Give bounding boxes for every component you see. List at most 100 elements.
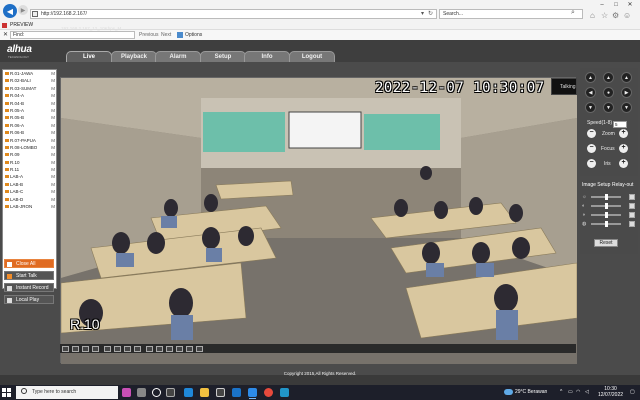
channel-item[interactable]: LAB-C M (3, 188, 56, 195)
split-view-icon[interactable] (82, 346, 89, 352)
channel-stream-marker[interactable]: M (51, 188, 55, 195)
tab-live[interactable]: Live (66, 51, 112, 62)
channel-item[interactable]: R.01-JAWA M (3, 70, 56, 77)
forward-button[interactable]: ▶ (18, 5, 28, 15)
local-play-button[interactable]: Local Play (4, 295, 54, 304)
channel-stream-marker[interactable]: M (51, 85, 55, 92)
snapshot-icon[interactable] (104, 346, 111, 352)
channel-stream-marker[interactable]: M (51, 151, 55, 158)
zoom-minus-button[interactable]: − (587, 129, 596, 138)
record-toggle-icon[interactable] (114, 346, 121, 352)
channel-stream-marker[interactable]: M (51, 100, 55, 107)
channel-stream-marker[interactable]: M (51, 114, 55, 121)
tab-relay-out[interactable]: Relay-out (612, 182, 633, 188)
refresh-icon[interactable]: ↻ (428, 10, 433, 17)
channel-item[interactable]: LAB-B M (3, 181, 56, 188)
quad-view-icon[interactable] (72, 346, 79, 352)
audio-icon[interactable] (124, 346, 131, 352)
close-all-button[interactable]: Close All (4, 259, 54, 268)
search-icon[interactable]: ⌕ (571, 9, 575, 17)
close-icon[interactable]: ✕ (624, 1, 636, 9)
tab-info[interactable]: Info (244, 51, 290, 62)
weather-text[interactable]: 29°C Berawan (515, 388, 547, 397)
hue-slider[interactable]: ◍ (582, 221, 636, 227)
instant-record-button[interactable]: Instant Record (4, 283, 54, 292)
channel-item[interactable]: R.07-PAPUA M (3, 137, 56, 144)
channel-stream-marker[interactable]: M (51, 173, 55, 180)
tab-logout[interactable]: Logout (289, 51, 335, 62)
ptz-down-icon[interactable]: ▼ (603, 102, 614, 113)
layout-4-icon[interactable] (146, 346, 153, 352)
slider-knob[interactable] (604, 194, 608, 200)
channel-stream-marker[interactable]: M (51, 166, 55, 173)
speed-select[interactable]: 5 (613, 121, 627, 128)
find-previous-link[interactable]: Previous (139, 32, 158, 38)
ptz-up-icon[interactable]: ▲ (603, 72, 614, 83)
channel-item[interactable]: R.02-BALI M (3, 77, 56, 84)
slider-knob[interactable] (604, 212, 608, 218)
video-feed[interactable]: ❯ Talking (60, 77, 578, 364)
channel-item[interactable]: R.04-B M (3, 100, 56, 107)
find-options-button[interactable]: Options (176, 31, 202, 39)
store-icon[interactable] (216, 388, 225, 397)
channel-item[interactable]: R.06-A M (3, 122, 56, 129)
slider-knob[interactable] (604, 221, 608, 227)
widgets-icon[interactable] (122, 388, 131, 397)
channel-stream-marker[interactable]: M (51, 196, 55, 203)
cortana-icon[interactable] (152, 388, 161, 397)
contrast-slider[interactable]: ◐ (582, 203, 636, 209)
network-icon[interactable]: ▭ (568, 389, 574, 395)
zoom-digital-icon[interactable] (134, 346, 141, 352)
ptz-right-icon[interactable]: ▶ (621, 87, 632, 98)
file-explorer-icon[interactable] (200, 388, 209, 397)
slider-reset-icon[interactable] (629, 194, 635, 200)
channel-stream-marker[interactable]: M (51, 107, 55, 114)
channel-stream-marker[interactable]: M (51, 181, 55, 188)
tab-alarm[interactable]: Alarm (155, 51, 201, 62)
tray-chevron-icon[interactable]: ^ (560, 389, 566, 395)
home-icon[interactable]: ⌂ (590, 11, 595, 20)
mail-icon[interactable] (232, 388, 241, 397)
slider-reset-icon[interactable] (629, 212, 635, 218)
fullscreen-icon[interactable] (92, 346, 99, 352)
channel-item[interactable]: LAB-D M (3, 196, 56, 203)
ptz-down-right-icon[interactable]: ▼ (621, 102, 632, 113)
search-dropdown-icon[interactable]: ▾ (421, 10, 424, 17)
ptz-down-left-icon[interactable]: ▼ (585, 102, 596, 113)
channel-item[interactable]: R.03-SUMAT M (3, 85, 56, 92)
maximize-icon[interactable]: □ (610, 1, 622, 9)
channel-stream-marker[interactable]: M (51, 203, 55, 210)
channel-stream-marker[interactable]: M (51, 137, 55, 144)
slider-reset-icon[interactable] (629, 203, 635, 209)
channel-item[interactable]: R.08-LOMBO M (3, 144, 56, 151)
find-close-icon[interactable]: ✕ (3, 31, 8, 38)
iris-minus-button[interactable]: − (587, 159, 596, 168)
brightness-slider[interactable]: ☼ (582, 194, 636, 200)
smiley-icon[interactable]: ☺ (623, 11, 631, 20)
reset-button[interactable]: Reset (594, 239, 618, 247)
layout-16-icon[interactable] (166, 346, 173, 352)
channel-item[interactable]: R.09 M (3, 151, 56, 158)
saturation-slider[interactable]: ◑ (582, 212, 636, 218)
gear-icon[interactable]: ⚙ (612, 11, 619, 20)
channel-stream-marker[interactable]: M (51, 70, 55, 77)
layout-36-icon[interactable] (186, 346, 193, 352)
app-icon[interactable] (137, 388, 146, 397)
channel-item[interactable]: R.05-B M (3, 114, 56, 121)
find-input[interactable]: Find: (10, 31, 135, 39)
channel-item[interactable]: R.06-B M (3, 129, 56, 136)
channel-stream-marker[interactable]: M (51, 129, 55, 136)
channel-stream-marker[interactable]: M (51, 159, 55, 166)
channel-item[interactable]: LAB-A M (3, 173, 56, 180)
favorites-icon[interactable]: ☆ (601, 11, 608, 20)
slider-reset-icon[interactable] (629, 221, 635, 227)
channel-item[interactable]: R.10 M (3, 159, 56, 166)
system-clock[interactable]: 10:30 12/07/2022 (598, 386, 623, 398)
single-view-icon[interactable] (62, 346, 69, 352)
zoom-plus-button[interactable]: + (619, 129, 628, 138)
layout-25-icon[interactable] (176, 346, 183, 352)
edge-icon[interactable] (184, 388, 193, 397)
focus-plus-button[interactable]: + (619, 144, 628, 153)
channel-item[interactable]: LAB-JRON M (3, 203, 56, 210)
iris-plus-button[interactable]: + (619, 159, 628, 168)
